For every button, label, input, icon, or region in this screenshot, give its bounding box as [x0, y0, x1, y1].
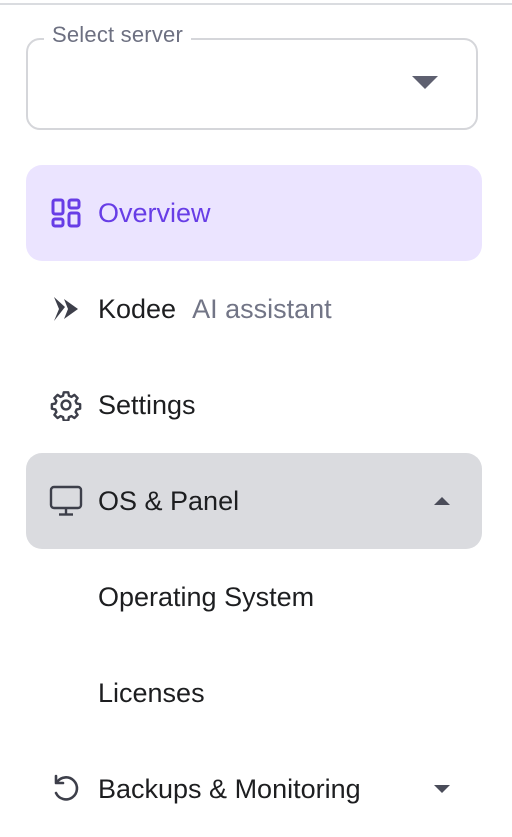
sidebar-subitem-label: Licenses [98, 678, 205, 708]
sidebar-item-settings[interactable]: Settings [26, 357, 482, 453]
chevron-up-icon[interactable] [434, 497, 450, 505]
chevron-down-icon[interactable] [434, 785, 450, 793]
sidebar-item-label: Backups & Monitoring [98, 774, 361, 804]
gear-icon [48, 387, 84, 423]
monitor-icon [48, 483, 84, 519]
sidebar-subitem-licenses[interactable]: Licenses [26, 645, 482, 741]
server-select-label: Select server [44, 20, 191, 50]
sidebar-item-label: Settings [98, 390, 196, 420]
sidebar-item-os-panel[interactable]: OS & Panel [26, 453, 482, 549]
sidebar-item-overview[interactable]: Overview [26, 165, 482, 261]
sidebar-item-kodee[interactable]: Kodee AI assistant [26, 261, 482, 357]
sidebar-item-label: Kodee [98, 294, 177, 324]
chevron-down-icon[interactable] [412, 76, 438, 89]
dashboard-grid-icon [48, 195, 84, 231]
sidebar-item-label: OS & Panel [98, 486, 240, 516]
kodee-sparkle-icon [48, 291, 84, 327]
top-divider [0, 3, 512, 5]
restore-icon [48, 771, 84, 807]
server-select[interactable] [26, 38, 478, 130]
sidebar-subitem-label: Operating System [98, 582, 315, 612]
sidebar-item-backups-monitoring[interactable]: Backups & Monitoring [26, 741, 482, 837]
sidebar-item-label: Overview [98, 198, 211, 228]
ai-assistant-tag: AI assistant [192, 294, 332, 324]
sidebar-subitem-operating-system[interactable]: Operating System [26, 549, 482, 645]
